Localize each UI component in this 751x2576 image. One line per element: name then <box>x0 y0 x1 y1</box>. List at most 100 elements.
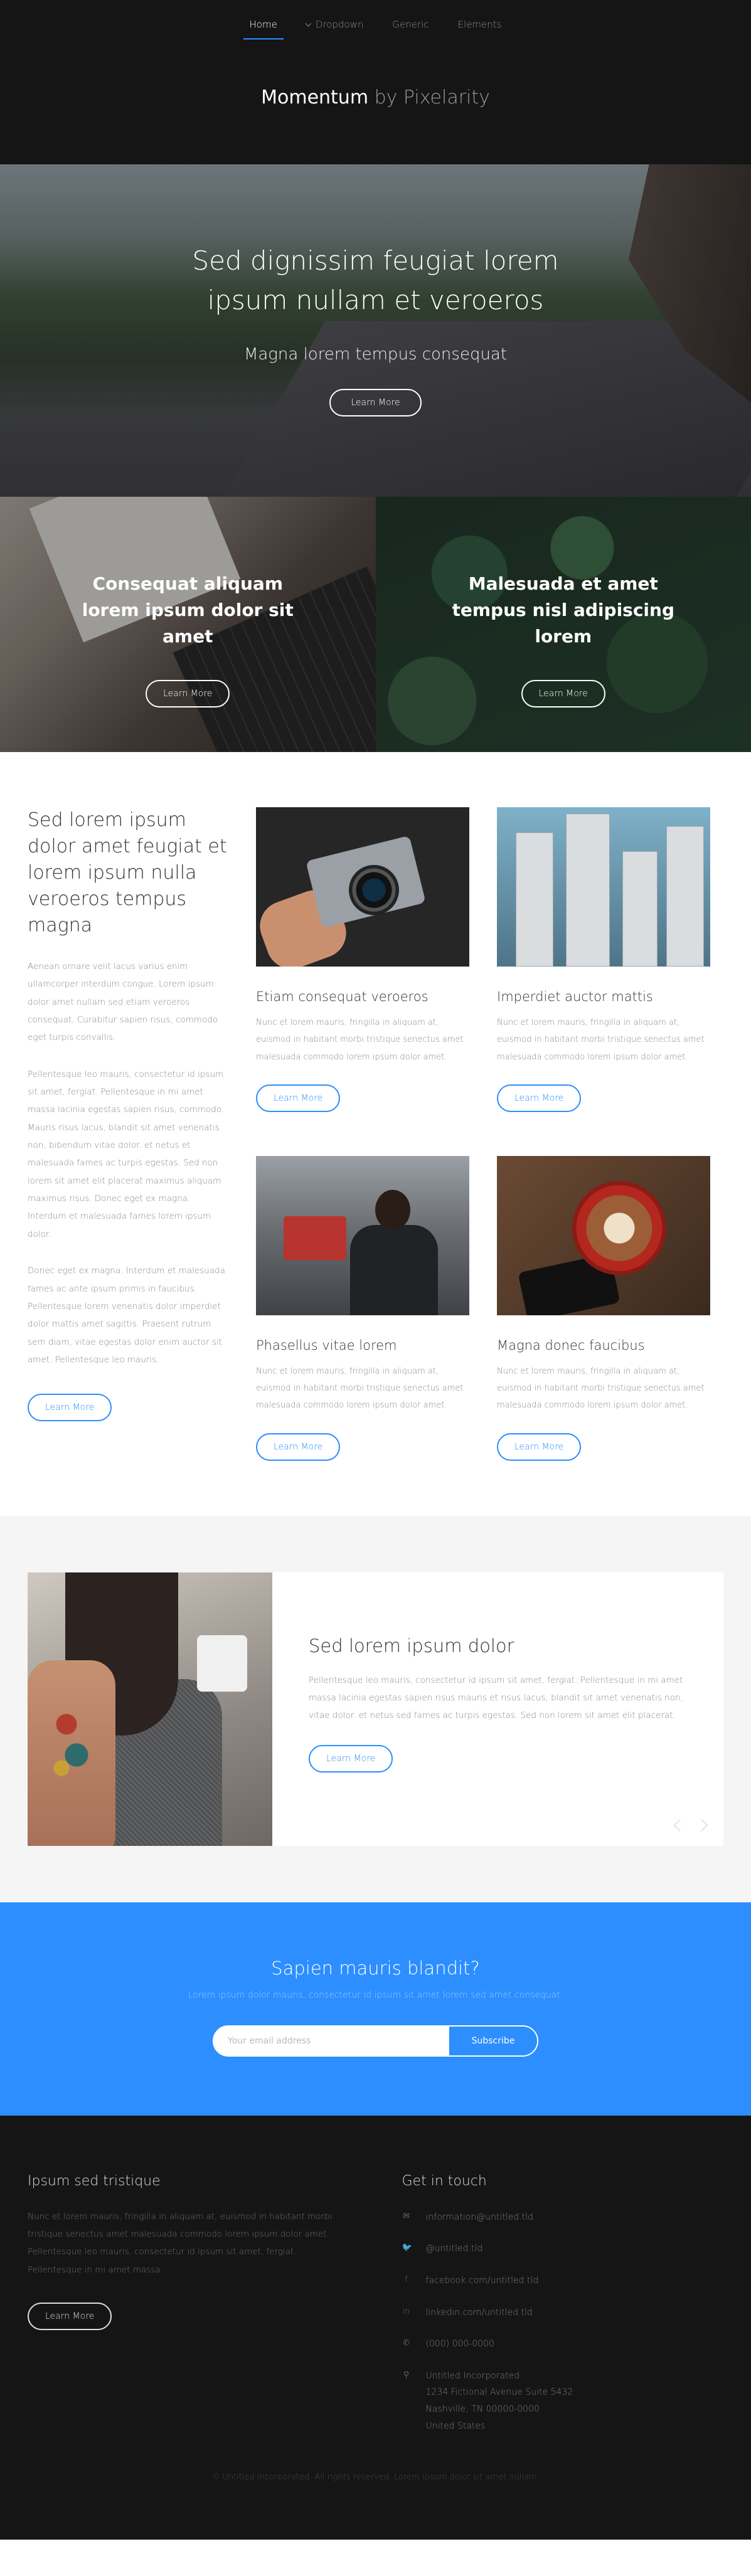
tattoo-woman-image <box>28 1572 272 1846</box>
email-input[interactable] <box>214 2026 449 2055</box>
contact-text: information@untitled.tld <box>425 2212 534 2222</box>
mug-shape <box>197 1635 247 1692</box>
address-block: Untitled Incorporated 1234 Fictional Ave… <box>426 2368 573 2434</box>
features-section: Sed lorem ipsum dolor amet feugiat et lo… <box>0 752 751 1516</box>
tile-title: Consequat aliquam lorem ipsum dolor sit … <box>82 573 294 647</box>
contact-linkedin[interactable]: in linkedin.com/untitled.tld <box>402 2304 724 2321</box>
intro-heading: Sed lorem ipsum dolor amet feugiat et lo… <box>28 809 227 936</box>
nav-elements[interactable]: Elements <box>452 19 508 40</box>
hero-subtitle: Magna lorem tempus consequat <box>243 345 508 364</box>
nav-label: Home <box>249 19 277 30</box>
card-title: Imperdiet auctor mattis <box>497 989 653 1004</box>
city-image[interactable] <box>497 807 710 967</box>
newsletter-form: Subscribe <box>213 2025 538 2057</box>
newsletter-title: Sapien mauris blandit? <box>271 1957 480 1979</box>
address-line: Nashville, TN 00000-0000 <box>425 2404 540 2414</box>
building-shape <box>666 826 704 967</box>
card: Magna donec faucibus Nunc et lorem mauri… <box>497 1155 710 1461</box>
intro-column: Sed lorem ipsum dolor amet feugiat et lo… <box>28 807 228 1461</box>
newsletter-section: Sapien mauris blandit? Lorem ipsum dolor… <box>0 1902 751 2116</box>
site-footer: Ipsum sed tristique Nunc et lorem mauris… <box>0 2115 751 2540</box>
person-body <box>350 1224 438 1315</box>
coffee-cup <box>572 1180 666 1275</box>
logo-by: by Pixelarity <box>374 87 490 109</box>
tile-learn-more-button[interactable]: Learn More <box>521 680 605 708</box>
card: Imperdiet auctor mattis Nunc et lorem ma… <box>497 807 710 1112</box>
spotlight-card: Sed lorem ipsum dolor Pellentesque leo m… <box>28 1572 723 1846</box>
intro-learn-more-button[interactable]: Learn More <box>28 1394 112 1422</box>
chevron-right-icon[interactable] <box>695 1818 708 1831</box>
spotlight-title: Sed lorem ipsum dolor <box>309 1635 514 1656</box>
footer-about-text: Nunc et lorem mauris, fringilla in aliqu… <box>28 2211 333 2275</box>
contact-list: ✉ information@untitled.tld 🐦 @untitled.tld… <box>402 2209 724 2434</box>
building-shape <box>516 832 553 967</box>
contact-address: ⚲ Untitled Incorporated 1234 Fictional A… <box>402 2368 724 2434</box>
headphones-person-image[interactable] <box>256 1155 469 1315</box>
card-title: Phasellus vitae lorem <box>256 1337 397 1353</box>
chevron-left-icon[interactable] <box>674 1818 686 1831</box>
intro-paragraph: Donec eget ex magna. Interdum et malesua… <box>28 1266 225 1365</box>
footer-contact-title: Get in touch <box>402 2173 487 2189</box>
map-marker-icon: ⚲ <box>403 2370 410 2380</box>
address-line: 1234 Fictional Avenue Suite 5432 <box>425 2387 573 2398</box>
spotlight-section: Sed lorem ipsum dolor Pellentesque leo m… <box>0 1515 751 1902</box>
contact-twitter[interactable]: 🐦 @untitled.tld <box>402 2240 724 2257</box>
card-learn-more-button[interactable]: Learn More <box>256 1084 341 1112</box>
contact-text: @untitled.tld <box>425 2244 483 2254</box>
card-text: Nunc et lorem mauris, fringilla in aliqu… <box>256 1018 464 1062</box>
tile-laptop[interactable]: Consequat aliquam lorem ipsum dolor sit … <box>0 497 376 752</box>
nav-label: Generic <box>392 19 429 30</box>
card-text: Nunc et lorem mauris, fringilla in aliqu… <box>497 1018 705 1062</box>
spotlight-learn-more-button[interactable]: Learn More <box>309 1744 393 1773</box>
contact-facebook[interactable]: f facebook.com/untitled.tld <box>402 2272 724 2289</box>
contact-phone[interactable]: ✆ (000) 000-0000 <box>402 2336 724 2353</box>
card-learn-more-button[interactable]: Learn More <box>497 1433 582 1461</box>
card-text: Nunc et lorem mauris, fringilla in aliqu… <box>256 1366 464 1411</box>
hero-banner: Sed dignissim feugiat lorem ipsum nullam… <box>0 164 751 497</box>
nav-dropdown[interactable]: Dropdown <box>300 19 370 40</box>
nav-home[interactable]: Home <box>243 19 284 40</box>
intro-paragraph: Aenean ornare velit lacus varius enim ul… <box>28 962 218 1043</box>
feature-tiles: Consequat aliquam lorem ipsum dolor sit … <box>0 497 751 752</box>
card: Etiam consequat veroeros Nunc et lorem m… <box>256 807 469 1112</box>
cards-grid: Etiam consequat veroeros Nunc et lorem m… <box>256 807 723 1461</box>
card-learn-more-button[interactable]: Learn More <box>256 1433 341 1461</box>
contact-text: linkedin.com/untitled.tld <box>425 2307 533 2318</box>
tile-forest[interactable]: Malesuada et amet tempus nisl adipiscing… <box>375 497 751 752</box>
envelope-icon: ✉ <box>403 2211 410 2221</box>
subscribe-button[interactable]: Subscribe <box>449 2026 537 2055</box>
tile-content: Consequat aliquam lorem ipsum dolor sit … <box>0 571 376 708</box>
camera-image[interactable] <box>256 807 469 967</box>
slider-arrows <box>674 1818 708 1831</box>
tile-learn-more-button[interactable]: Learn More <box>146 680 230 708</box>
card-text: Nunc et lorem mauris, fringilla in aliqu… <box>497 1366 705 1411</box>
hero-title: Sed dignissim feugiat lorem ipsum nullam… <box>192 245 559 315</box>
newsletter-subtitle: Lorem ipsum dolor mauris, consectetur id… <box>188 1990 563 2000</box>
spotlight-text: Pellentesque leo mauris, consectetur id … <box>309 1675 683 1721</box>
contact-email[interactable]: ✉ information@untitled.tld <box>402 2209 724 2226</box>
person-head <box>375 1189 410 1230</box>
facebook-icon: f <box>405 2274 408 2284</box>
card-learn-more-button[interactable]: Learn More <box>497 1084 582 1112</box>
card-title: Magna donec faucibus <box>497 1337 645 1353</box>
hero-learn-more-button[interactable]: Learn More <box>329 389 422 416</box>
tattoo-shape <box>46 1697 97 1786</box>
nav-label: Dropdown <box>315 19 364 30</box>
site-logo[interactable]: Momentum by Pixelarity <box>0 87 751 109</box>
footer-learn-more-button[interactable]: Learn More <box>28 2303 112 2331</box>
contact-text: (000) 000-0000 <box>425 2339 495 2350</box>
card-title: Etiam consequat veroeros <box>256 989 429 1004</box>
bus-shape <box>284 1216 346 1260</box>
address-line: United States <box>425 2420 486 2431</box>
spotlight-body: Sed lorem ipsum dolor Pellentesque leo m… <box>272 1572 723 1846</box>
hero-content: Sed dignissim feugiat lorem ipsum nullam… <box>0 241 751 416</box>
nav-generic[interactable]: Generic <box>386 19 435 40</box>
footer-contact: Get in touch ✉ information@untitled.tld 🐦… <box>402 2173 724 2540</box>
twitter-icon: 🐦 <box>402 2243 412 2253</box>
footer-about-title: Ipsum sed tristique <box>28 2173 161 2189</box>
coffee-image[interactable] <box>497 1155 710 1315</box>
site-header: Home Dropdown Generic Elements Momentum … <box>0 0 751 164</box>
building-shape <box>622 851 658 967</box>
contact-text: facebook.com/untitled.tld <box>425 2275 539 2286</box>
address-line: Untitled Incorporated <box>425 2370 520 2381</box>
